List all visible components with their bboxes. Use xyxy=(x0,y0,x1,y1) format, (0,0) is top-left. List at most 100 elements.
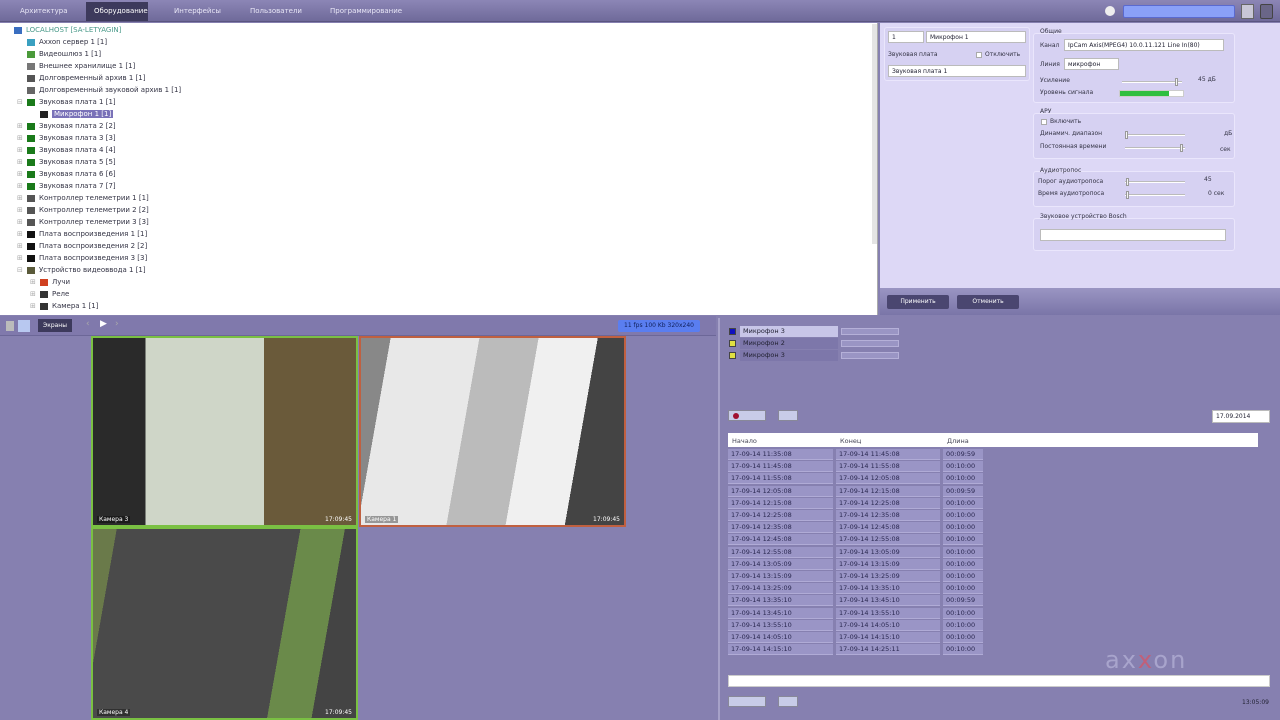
tree-item[interactable]: Внешнее хранилище 1 [1] xyxy=(17,60,135,72)
line-select[interactable]: микрофон xyxy=(1064,58,1119,70)
collapse-icon[interactable]: ⊟ xyxy=(17,264,24,276)
collapse-icon[interactable]: ⊟ xyxy=(17,96,24,108)
table-row[interactable]: 17-09-14 13:25:09 17-09-14 13:35:10 00:10:… xyxy=(728,583,983,595)
screens-button[interactable]: Экраны xyxy=(38,319,72,332)
date-select[interactable]: 17.09.2014 xyxy=(1212,410,1270,423)
tree-item[interactable]: ⊞ Звуковая плата 5 [5] xyxy=(17,156,116,168)
column-header[interactable]: Длина xyxy=(947,434,969,448)
tree-item[interactable]: Долговременный архив 1 [1] xyxy=(17,72,145,84)
column-header[interactable]: Конец xyxy=(840,434,861,448)
table-row[interactable]: 17-09-14 14:15:10 17-09-14 14:25:11 00:10:… xyxy=(728,644,983,656)
tree-item[interactable]: ⊞ Звуковая плата 2 [2] xyxy=(17,120,116,132)
time-const-knob[interactable] xyxy=(1180,144,1183,152)
dyn-range-slider[interactable] xyxy=(1125,131,1185,139)
expand-icon[interactable]: ⊞ xyxy=(17,168,24,180)
tree-item[interactable]: ⊟ Звуковая плата 1 [1] xyxy=(17,96,116,108)
cancel-button[interactable]: Отменить xyxy=(957,295,1019,309)
tab-equipment[interactable]: Оборудование xyxy=(86,2,148,21)
expand-icon[interactable]: ⊞ xyxy=(17,120,24,132)
name-field[interactable]: Микрофон 1 xyxy=(926,31,1026,43)
tree-item[interactable]: ⊞ Контроллер телеметрии 1 [1] xyxy=(17,192,149,204)
microphone-row[interactable]: Микрофон 3 xyxy=(726,326,899,337)
search-input[interactable] xyxy=(1123,5,1235,18)
table-row[interactable]: 17-09-14 11:45:08 17-09-14 11:55:08 00:10:… xyxy=(728,461,983,473)
camera-tile-3[interactable]: Камера 3 17:09:45 xyxy=(91,336,358,527)
single-layout-icon[interactable] xyxy=(6,321,14,331)
table-row[interactable]: 17-09-14 12:55:08 17-09-14 13:05:09 00:10:… xyxy=(728,546,983,559)
table-row[interactable]: 17-09-14 12:15:08 17-09-14 12:25:08 00:10:… xyxy=(728,497,983,510)
expand-icon[interactable]: ⊞ xyxy=(17,132,24,144)
expand-icon[interactable]: ⊞ xyxy=(17,192,24,204)
bosch-select[interactable] xyxy=(1040,229,1226,241)
table-row[interactable]: 17-09-14 11:35:08 17-09-14 11:45:08 00:09:… xyxy=(728,449,983,461)
tree-scrollbar[interactable] xyxy=(872,24,877,244)
expand-icon[interactable]: ⊞ xyxy=(17,156,24,168)
vox-time-slider[interactable] xyxy=(1125,191,1185,199)
tree-item[interactable]: ⊞ Реле xyxy=(30,288,69,300)
tree-item[interactable]: ⊞ Лучи xyxy=(30,276,70,288)
tab-users[interactable]: Пользователи xyxy=(242,2,310,21)
expand-icon[interactable]: ⊞ xyxy=(17,240,24,252)
camera-tile-1[interactable]: Камера 1 17:09:45 xyxy=(359,336,626,527)
tree-item[interactable]: Долговременный звуковой архив 1 [1] xyxy=(17,84,181,96)
table-row[interactable]: 17-09-14 13:55:10 17-09-14 14:05:10 00:10:… xyxy=(728,619,983,632)
tree-item[interactable]: ⊞ Звуковая плата 7 [7] xyxy=(17,180,116,192)
expand-icon[interactable]: ⊞ xyxy=(30,300,37,312)
table-row[interactable]: 17-09-14 13:45:10 17-09-14 13:55:10 00:10:… xyxy=(728,607,983,620)
tree-item[interactable]: Видеошлюз 1 [1] xyxy=(17,48,101,60)
microphone-row[interactable]: Микрофон 3 xyxy=(726,350,899,361)
tab-architecture[interactable]: Архитектура xyxy=(12,2,76,21)
sound-card-select[interactable]: Звуковая плата 1 xyxy=(888,65,1026,77)
tree-item[interactable]: LOCALHOST [SA-LETYAGIN] xyxy=(4,24,121,36)
table-row[interactable]: 17-09-14 12:45:08 17-09-14 12:55:08 00:10:… xyxy=(728,534,983,546)
camera-tile-4[interactable]: Камера 4 17:09:45 xyxy=(91,527,358,720)
expand-icon[interactable]: ⊞ xyxy=(17,216,24,228)
tree-item[interactable]: ⊞ Контроллер телеметрии 3 [3] xyxy=(17,216,149,228)
apply-button[interactable]: Применить xyxy=(887,295,949,309)
window-icon[interactable] xyxy=(1241,4,1254,19)
next-icon[interactable]: › xyxy=(115,319,119,329)
expand-icon[interactable]: ⊞ xyxy=(17,180,24,192)
grid-layout-icon[interactable] xyxy=(18,320,30,332)
tab-interfaces[interactable]: Интерфейсы xyxy=(166,2,229,21)
vox-threshold-knob[interactable] xyxy=(1126,178,1129,186)
minimize-icon[interactable] xyxy=(1260,4,1273,19)
tree-item[interactable]: ⊟ Устройство видеоввода 1 [1] xyxy=(17,264,146,276)
settings-icon[interactable] xyxy=(1105,6,1115,16)
expand-icon[interactable]: ⊞ xyxy=(17,252,24,264)
tree-item[interactable]: ⊞ Звуковая плата 3 [3] xyxy=(17,132,116,144)
table-row[interactable]: 17-09-14 12:35:08 17-09-14 12:45:08 00:10:… xyxy=(728,522,983,534)
table-row[interactable]: 17-09-14 12:25:08 17-09-14 12:35:08 00:10:… xyxy=(728,510,983,522)
tree-item[interactable]: Микрофон 1 [1] xyxy=(30,108,114,120)
prev-icon[interactable]: ‹ xyxy=(86,319,90,329)
tree-item[interactable]: ⊞ Плата воспроизведения 3 [3] xyxy=(17,252,147,264)
stop-button[interactable] xyxy=(778,696,798,707)
play-icon[interactable]: ▶ xyxy=(100,319,107,329)
tree-item[interactable]: ⊞ Плата воспроизведения 1 [1] xyxy=(17,228,147,240)
table-row[interactable]: 17-09-14 13:35:10 17-09-14 13:45:10 00:09:… xyxy=(728,595,983,607)
channel-select[interactable]: IpCam Axis(MPEG4) 10.0.11.121 Line In(80… xyxy=(1064,39,1224,51)
play-range-button[interactable] xyxy=(728,696,766,707)
tree-item[interactable]: Axxon сервер 1 [1] xyxy=(17,36,107,48)
tab-programming[interactable]: Программирование xyxy=(322,2,410,21)
table-row[interactable]: 17-09-14 12:05:08 17-09-14 12:15:08 00:09:… xyxy=(728,485,983,498)
expand-icon[interactable]: ⊞ xyxy=(17,228,24,240)
tree-item[interactable]: ⊞ Плата воспроизведения 2 [2] xyxy=(17,240,147,252)
vox-time-knob[interactable] xyxy=(1126,191,1129,199)
id-field[interactable]: 1 xyxy=(888,31,924,43)
disable-checkbox[interactable] xyxy=(976,52,982,58)
dyn-range-knob[interactable] xyxy=(1125,131,1128,139)
column-header[interactable]: Начало xyxy=(732,434,757,448)
time-const-slider[interactable] xyxy=(1125,144,1185,152)
tree-item[interactable]: ⊞ Контроллер телеметрии 2 [2] xyxy=(17,204,149,216)
expand-icon[interactable]: ⊞ xyxy=(17,204,24,216)
table-row[interactable]: 17-09-14 13:05:09 17-09-14 13:15:09 00:10:… xyxy=(728,558,983,571)
expand-icon[interactable]: ⊞ xyxy=(30,276,37,288)
table-row[interactable]: 17-09-14 13:15:09 17-09-14 13:25:09 00:10:… xyxy=(728,571,983,583)
record-button[interactable] xyxy=(728,410,766,421)
microphone-row[interactable]: Микрофон 2 xyxy=(726,338,899,349)
expand-icon[interactable]: ⊞ xyxy=(30,288,37,300)
gain-slider-knob[interactable] xyxy=(1175,78,1179,86)
gain-slider[interactable] xyxy=(1122,78,1182,86)
table-row[interactable]: 17-09-14 11:55:08 17-09-14 12:05:08 00:10:… xyxy=(728,473,983,485)
